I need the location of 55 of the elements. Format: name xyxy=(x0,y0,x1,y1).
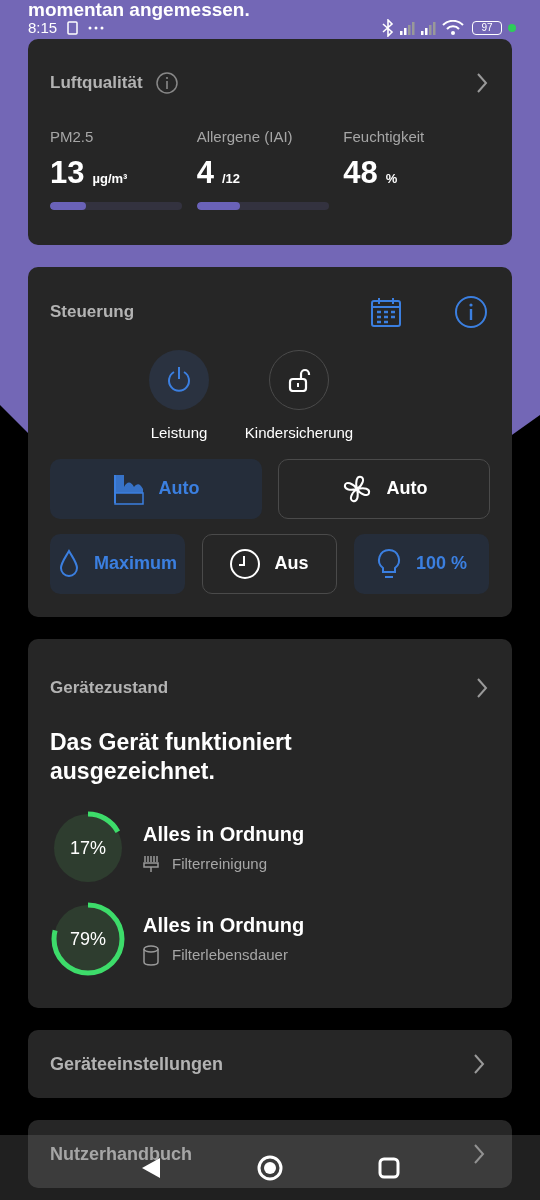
mode-button[interactable]: Aus xyxy=(202,533,337,594)
drop-icon xyxy=(58,549,80,578)
bluetooth-icon xyxy=(381,19,394,37)
wifi-icon xyxy=(442,20,464,36)
metric-unit: /12 xyxy=(221,170,240,188)
settings-row[interactable]: Nutzerhandbuch xyxy=(28,1120,512,1188)
status-title: Alles in Ordnung xyxy=(143,821,305,847)
signal-icon xyxy=(400,21,415,35)
notification-icon xyxy=(67,21,79,35)
metric-label: Allergene (IAI) xyxy=(196,127,294,147)
signal-icon xyxy=(421,21,436,35)
settings-row[interactable]: Geräteeinstellungen xyxy=(28,1030,512,1098)
chevron-right-icon xyxy=(472,1143,485,1165)
battery-indicator: 97 xyxy=(472,21,502,35)
ring-percent: 79% xyxy=(69,928,107,950)
info-icon[interactable] xyxy=(155,72,178,94)
chevron-right-icon[interactable] xyxy=(475,72,488,94)
mode-button[interactable]: Auto xyxy=(50,458,262,519)
clock-icon xyxy=(230,548,261,579)
toggle-label: Leistung xyxy=(150,423,208,443)
mode-button[interactable]: Maximum xyxy=(50,533,185,594)
status-title: Alles in Ordnung xyxy=(143,912,305,938)
mode-button[interactable]: Auto xyxy=(278,458,490,519)
padlock-icon xyxy=(287,368,311,392)
cylinder-icon xyxy=(143,944,159,966)
calendar-icon[interactable] xyxy=(371,297,401,327)
home-icon[interactable] xyxy=(257,1154,283,1181)
mode-button[interactable]: 100 % xyxy=(354,533,489,594)
recents-icon[interactable] xyxy=(378,1156,400,1179)
metric-unit: µg/m³ xyxy=(92,170,128,188)
factory-icon xyxy=(112,472,145,505)
metric-label: Feuchtigkeit xyxy=(343,127,426,147)
metric-unit: % xyxy=(385,170,398,188)
status-label: Filterreinigung xyxy=(172,853,268,874)
metric-value: 48 xyxy=(343,155,378,191)
ring-percent: 17% xyxy=(69,837,107,859)
more-icon xyxy=(88,25,105,31)
card-title: Steuerung xyxy=(50,301,135,324)
metric-value: 4 xyxy=(196,155,214,191)
status-dot-icon xyxy=(508,24,516,32)
card-title: Luftqualität xyxy=(50,72,143,95)
headline: momentan angemessen. xyxy=(28,0,250,20)
status-message: Das Gerät funktioniert ausgezeichnet. xyxy=(50,728,293,786)
chevron-right-icon xyxy=(472,1053,485,1075)
chevron-right-icon[interactable] xyxy=(475,677,488,699)
metric-value: 13 xyxy=(50,155,85,191)
status-time: 8:15 xyxy=(28,20,58,36)
bulb-icon xyxy=(375,548,402,579)
brush-icon xyxy=(143,855,159,873)
info-icon[interactable] xyxy=(455,296,487,328)
card-title: Gerätezustand xyxy=(50,677,169,700)
power-icon xyxy=(165,366,193,394)
status-label: Filterlebensdauer xyxy=(172,944,288,965)
metric-label: PM2.5 xyxy=(50,127,95,147)
toggle-label: Kindersicherung xyxy=(244,423,354,443)
